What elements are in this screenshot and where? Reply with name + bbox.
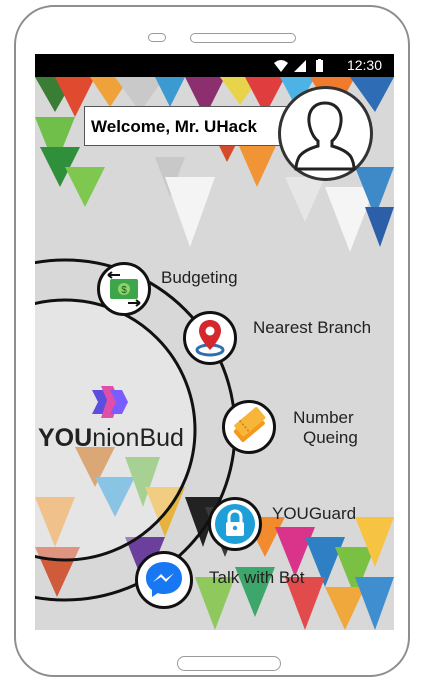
camera-dot (148, 33, 166, 42)
nearest-branch-label: Nearest Branch (253, 318, 372, 337)
brand-name: YOUnionBud (38, 424, 184, 453)
talk-with-bot-button[interactable] (135, 551, 193, 609)
status-bar: 12:30 (35, 54, 394, 77)
messenger-icon (146, 562, 182, 597)
younionbud-logo-icon (92, 386, 128, 418)
status-icons (274, 59, 323, 72)
user-silhouette-icon (294, 101, 356, 171)
number-queing-label: Number Queing (289, 408, 358, 448)
nearest-branch-button[interactable] (183, 311, 237, 365)
talk-with-bot-label: Talk with Bot (209, 568, 305, 587)
youguard-label: YOUGuard (272, 504, 357, 523)
battery-icon (316, 60, 323, 72)
wifi-icon (274, 60, 288, 72)
status-time: 12:30 (346, 57, 382, 73)
speaker-grille (190, 33, 296, 43)
brand-name-rest: nionBud (92, 424, 184, 452)
budgeting-button[interactable]: $ (97, 262, 151, 316)
padlock-icon (215, 504, 255, 544)
svg-text:$: $ (121, 285, 127, 296)
number-queing-label-line2: Queing (303, 428, 358, 447)
welcome-banner: Welcome, Mr. UHack (84, 106, 289, 146)
home-button[interactable] (177, 656, 281, 671)
signal-icon (294, 60, 306, 72)
app-screen: 12:30 Welcome, Mr. UHack YOUnionBud $ Bu… (35, 54, 394, 630)
number-queing-button[interactable] (222, 400, 276, 454)
brand-name-bold: YOU (38, 424, 93, 452)
youguard-button[interactable] (208, 497, 262, 551)
profile-avatar[interactable] (278, 86, 373, 181)
money-transfer-icon: $ (107, 271, 141, 307)
map-pin-icon (195, 320, 225, 357)
ticket-icon (233, 407, 266, 442)
number-queing-label-line1: Number (293, 408, 354, 427)
budgeting-label: Budgeting (161, 268, 238, 287)
